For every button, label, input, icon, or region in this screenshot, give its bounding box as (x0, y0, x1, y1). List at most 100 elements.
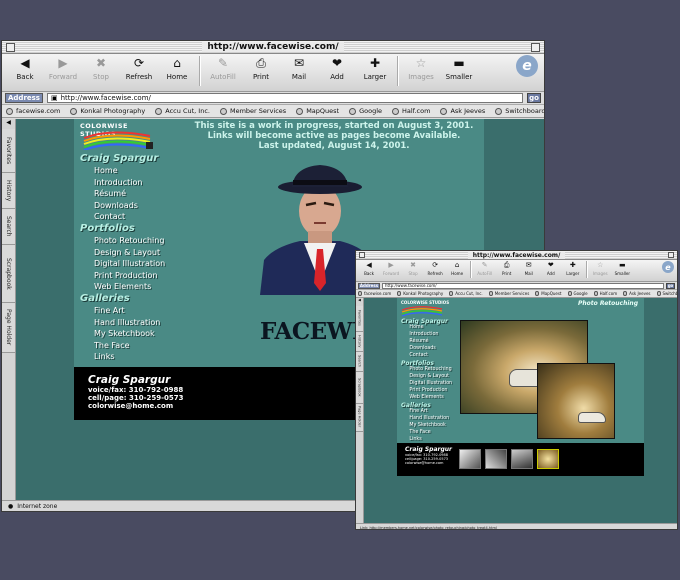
win2-toolbar-button-back[interactable]: ◀ Back (358, 261, 380, 276)
autofill-icon: ✎ (481, 261, 488, 269)
win2-toolbar-button-images[interactable]: ☆ Images (589, 261, 611, 276)
nav-link-the-face[interactable]: The Face (80, 340, 180, 352)
title-bar-2[interactable]: http://www.facewise.com/ (356, 251, 677, 260)
win2-toolbar-separator (469, 261, 472, 279)
win2-favorite-link[interactable]: Google (567, 291, 588, 296)
side-tab-page-holder[interactable]: Page Holder (2, 303, 15, 353)
status-bar-2: Link: http://members.home.net/colorwise/… (356, 523, 677, 529)
toolbar-button-refresh[interactable]: ⟳ Refresh (120, 56, 158, 81)
win2-toolbar-button-mail[interactable]: ✉ Mail (518, 261, 540, 276)
nav-link-links[interactable]: Links (80, 351, 180, 363)
zoom-box-2[interactable] (668, 252, 674, 258)
win2-side-tab-page-holder[interactable]: Page Holder (356, 403, 363, 432)
address-field-2[interactable]: http://www.facewise.com/ (382, 282, 664, 289)
side-tab-favorites[interactable]: Favorites (2, 129, 15, 173)
go-button[interactable]: go (527, 93, 541, 103)
favorite-link[interactable]: facewise.com (6, 107, 60, 115)
zoom-box[interactable] (531, 43, 540, 52)
win2-toolbar-button-add[interactable]: ❤ Add (540, 261, 562, 276)
favorite-link[interactable]: Half.com (392, 107, 430, 115)
nav-link-r-sum-[interactable]: Résumé (80, 188, 180, 200)
win2-favorite-link[interactable]: MapQuest (535, 291, 562, 296)
win2-favorite-link[interactable]: Switchboard (656, 291, 677, 296)
win2-favorite-link[interactable]: Konkal Photography (397, 291, 443, 296)
win2-toolbar-button-print[interactable]: ⎙ Print (496, 261, 518, 276)
toolbar-label: Add (330, 73, 344, 81)
nav-link-photo-retouching[interactable]: Photo Retouching (80, 235, 180, 247)
favorite-link[interactable]: Google (349, 107, 382, 115)
favorite-link[interactable]: Ask Jeeves (440, 107, 485, 115)
win2-favorite-link[interactable]: facewise.com (358, 291, 391, 296)
favorite-link[interactable]: Member Services (219, 107, 286, 115)
toolbar-button-print[interactable]: ⎙ Print (242, 56, 280, 81)
side-tab-history[interactable]: History (2, 173, 15, 209)
address-field[interactable]: ▣ http://www.facewise.com/ (47, 93, 523, 103)
thumbnail[interactable] (459, 449, 481, 469)
win2-side-tab-favorites[interactable]: Favorites (356, 305, 363, 332)
win2-nav-link-the-face[interactable]: The Face (401, 430, 461, 437)
sidebar-toggle-icon[interactable]: ◀ (356, 298, 363, 302)
win2-nav-link-contact[interactable]: Contact (401, 353, 461, 360)
favorite-link[interactable]: Accu Cut, Inc. (155, 107, 210, 115)
toolbar-button-mail[interactable]: ✉ Mail (280, 56, 318, 81)
toolbar-button-autofill[interactable]: ✎ AutoFill (204, 56, 242, 81)
toolbar-button-back[interactable]: ◀ Back (6, 56, 44, 81)
win2-favorite-link[interactable]: Member Services (488, 291, 529, 296)
toolbar-button-forward[interactable]: ▶ Forward (44, 56, 82, 81)
win2-nav-link-my-sketchbook[interactable]: My Sketchbook (401, 423, 461, 430)
title-bar[interactable]: http://www.facewise.com/ (2, 41, 544, 54)
nav-link-design-layout[interactable]: Design & Layout (80, 247, 180, 259)
nav-link-web-elements[interactable]: Web Elements (80, 281, 180, 293)
win2-nav-link-hand-illustration[interactable]: Hand Illustration (401, 416, 461, 423)
win2-favorite-link[interactable]: Half.com (593, 291, 617, 296)
favorite-link[interactable]: Konkal Photography (70, 107, 145, 115)
win2-toolbar-button-home[interactable]: ⌂ Home (446, 261, 468, 276)
win2-favorite-link[interactable]: Ask Jeeves (623, 291, 651, 296)
nav-link-introduction[interactable]: Introduction (80, 177, 180, 189)
toolbar-button-larger[interactable]: ✚ Larger (356, 56, 394, 81)
nav-link-digital-illustration[interactable]: Digital Illustration (80, 258, 180, 270)
toolbar-button-add[interactable]: ❤ Add (318, 56, 356, 81)
win2-side-tab-search[interactable]: Search (356, 351, 363, 372)
favorite-page-icon (70, 107, 78, 115)
win2-toolbar-button-forward[interactable]: ▶ Forward (380, 261, 402, 276)
close-box-2[interactable] (359, 252, 365, 258)
toolbar-button-smaller[interactable]: ▬ Smaller (440, 56, 478, 81)
win2-side-tab-scrapbook[interactable]: Scrapbook (356, 371, 363, 404)
win2-toolbar-button-autofill[interactable]: ✎ AutoFill (474, 261, 496, 276)
win2-nav-link-downloads[interactable]: Downloads (401, 346, 461, 353)
site-panel-2: COLORWISE STUDIOS Photo Retouching Craig… (397, 298, 644, 443)
win2-favorite-link[interactable]: Accu Cut, Inc. (449, 291, 483, 296)
thumbnail-selected[interactable] (537, 449, 559, 469)
win2-toolbar-button-larger[interactable]: ✚ Larger (562, 261, 584, 276)
nav-link-home[interactable]: Home (80, 165, 180, 177)
win2-toolbar-button-refresh[interactable]: ⟳ Refresh (424, 261, 446, 276)
favorite-link[interactable]: Switchboard (495, 107, 544, 115)
toolbar-button-home[interactable]: ⌂ Home (158, 56, 196, 81)
toolbar-button-stop[interactable]: ✖ Stop (82, 56, 120, 81)
toolbar-button-images[interactable]: ☆ Images (402, 56, 440, 81)
win2-nav-link-web-elements[interactable]: Web Elements (401, 395, 461, 402)
nav-link-print-production[interactable]: Print Production (80, 270, 180, 282)
win2-toolbar-button-stop[interactable]: ✖ Stop (402, 261, 424, 276)
side-tab-scrapbook[interactable]: Scrapbook (2, 245, 15, 303)
nav-link-hand-illustration[interactable]: Hand Illustration (80, 317, 180, 329)
win2-nav-link-print-production[interactable]: Print Production (401, 388, 461, 395)
nav-link-fine-art[interactable]: Fine Art (80, 305, 180, 317)
side-tab-search[interactable]: Search (2, 209, 15, 245)
thumbnail[interactable] (485, 449, 507, 469)
thumbnail[interactable] (511, 449, 533, 469)
window-title-2: http://www.facewise.com/ (467, 251, 566, 259)
nav-link-my-sketchbook[interactable]: My Sketchbook (80, 328, 180, 340)
win2-nav-link-digital-illustration[interactable]: Digital Illustration (401, 381, 461, 388)
car-photo-secondary (537, 363, 615, 439)
favorite-link[interactable]: MapQuest (296, 107, 339, 115)
close-box[interactable] (6, 43, 15, 52)
favorite-page-icon (392, 107, 399, 115)
sidebar-toggle-icon[interactable]: ◀ (2, 119, 15, 126)
nav-link-downloads[interactable]: Downloads (80, 200, 180, 212)
nav-link-contact[interactable]: Contact (80, 211, 180, 223)
go-button-2[interactable]: go (666, 282, 675, 289)
win2-side-tab-history[interactable]: History (356, 331, 363, 352)
win2-toolbar-button-smaller[interactable]: ▬ Smaller (611, 261, 633, 276)
